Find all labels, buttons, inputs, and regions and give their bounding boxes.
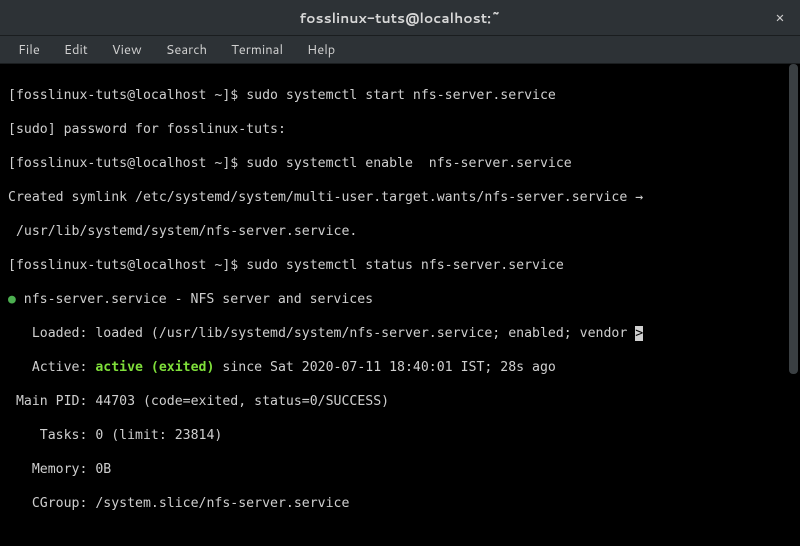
sudo-prompt: [sudo] password for fosslinux-tuts: <box>8 121 792 138</box>
command-text: sudo systemctl start nfs-server.service <box>246 88 556 103</box>
memory-line: Memory: 0B <box>8 461 792 478</box>
active-since: since Sat 2020-07-11 18:40:01 IST; 28s a… <box>214 360 555 375</box>
truncate-icon: > <box>635 326 643 341</box>
terminal-output[interactable]: [fosslinux-tuts@localhost ~]$ sudo syste… <box>0 64 800 546</box>
active-label: Active: <box>8 360 95 375</box>
menu-help[interactable]: Help <box>297 38 345 62</box>
status-header: nfs-server.service - NFS server and serv… <box>16 292 373 307</box>
scrollbar[interactable] <box>789 64 798 374</box>
close-icon[interactable]: ✕ <box>770 8 790 28</box>
menu-edit[interactable]: Edit <box>54 38 98 62</box>
menu-view[interactable]: View <box>102 38 152 62</box>
prompt: [fosslinux-tuts@localhost ~]$ <box>8 258 246 273</box>
menu-terminal[interactable]: Terminal <box>221 38 293 62</box>
menubar: File Edit View Search Terminal Help <box>0 36 800 64</box>
prompt: [fosslinux-tuts@localhost ~]$ <box>8 156 246 171</box>
output-line: /usr/lib/systemd/system/nfs-server.servi… <box>8 223 792 240</box>
mainpid-line: Main PID: 44703 (code=exited, status=0/S… <box>8 393 792 410</box>
menu-file[interactable]: File <box>8 38 50 62</box>
tasks-line: Tasks: 0 (limit: 23814) <box>8 427 792 444</box>
output-line: Created symlink /etc/systemd/system/mult… <box>8 189 792 206</box>
loaded-line: Loaded: loaded (/usr/lib/systemd/system/… <box>8 326 635 341</box>
cgroup-line: CGroup: /system.slice/nfs-server.service <box>8 495 792 512</box>
blank-line <box>8 529 792 546</box>
menu-search[interactable]: Search <box>156 38 217 62</box>
prompt: [fosslinux-tuts@localhost ~]$ <box>8 88 246 103</box>
active-state: active (exited) <box>95 360 214 375</box>
titlebar: fosslinux-tuts@localhost:~ ✕ <box>0 0 800 36</box>
status-bullet-icon: ● <box>8 292 16 307</box>
window-title: fosslinux-tuts@localhost:~ <box>299 8 500 28</box>
command-text: sudo systemctl enable nfs-server.service <box>246 156 572 171</box>
command-text: sudo systemctl status nfs-server.service <box>246 258 564 273</box>
